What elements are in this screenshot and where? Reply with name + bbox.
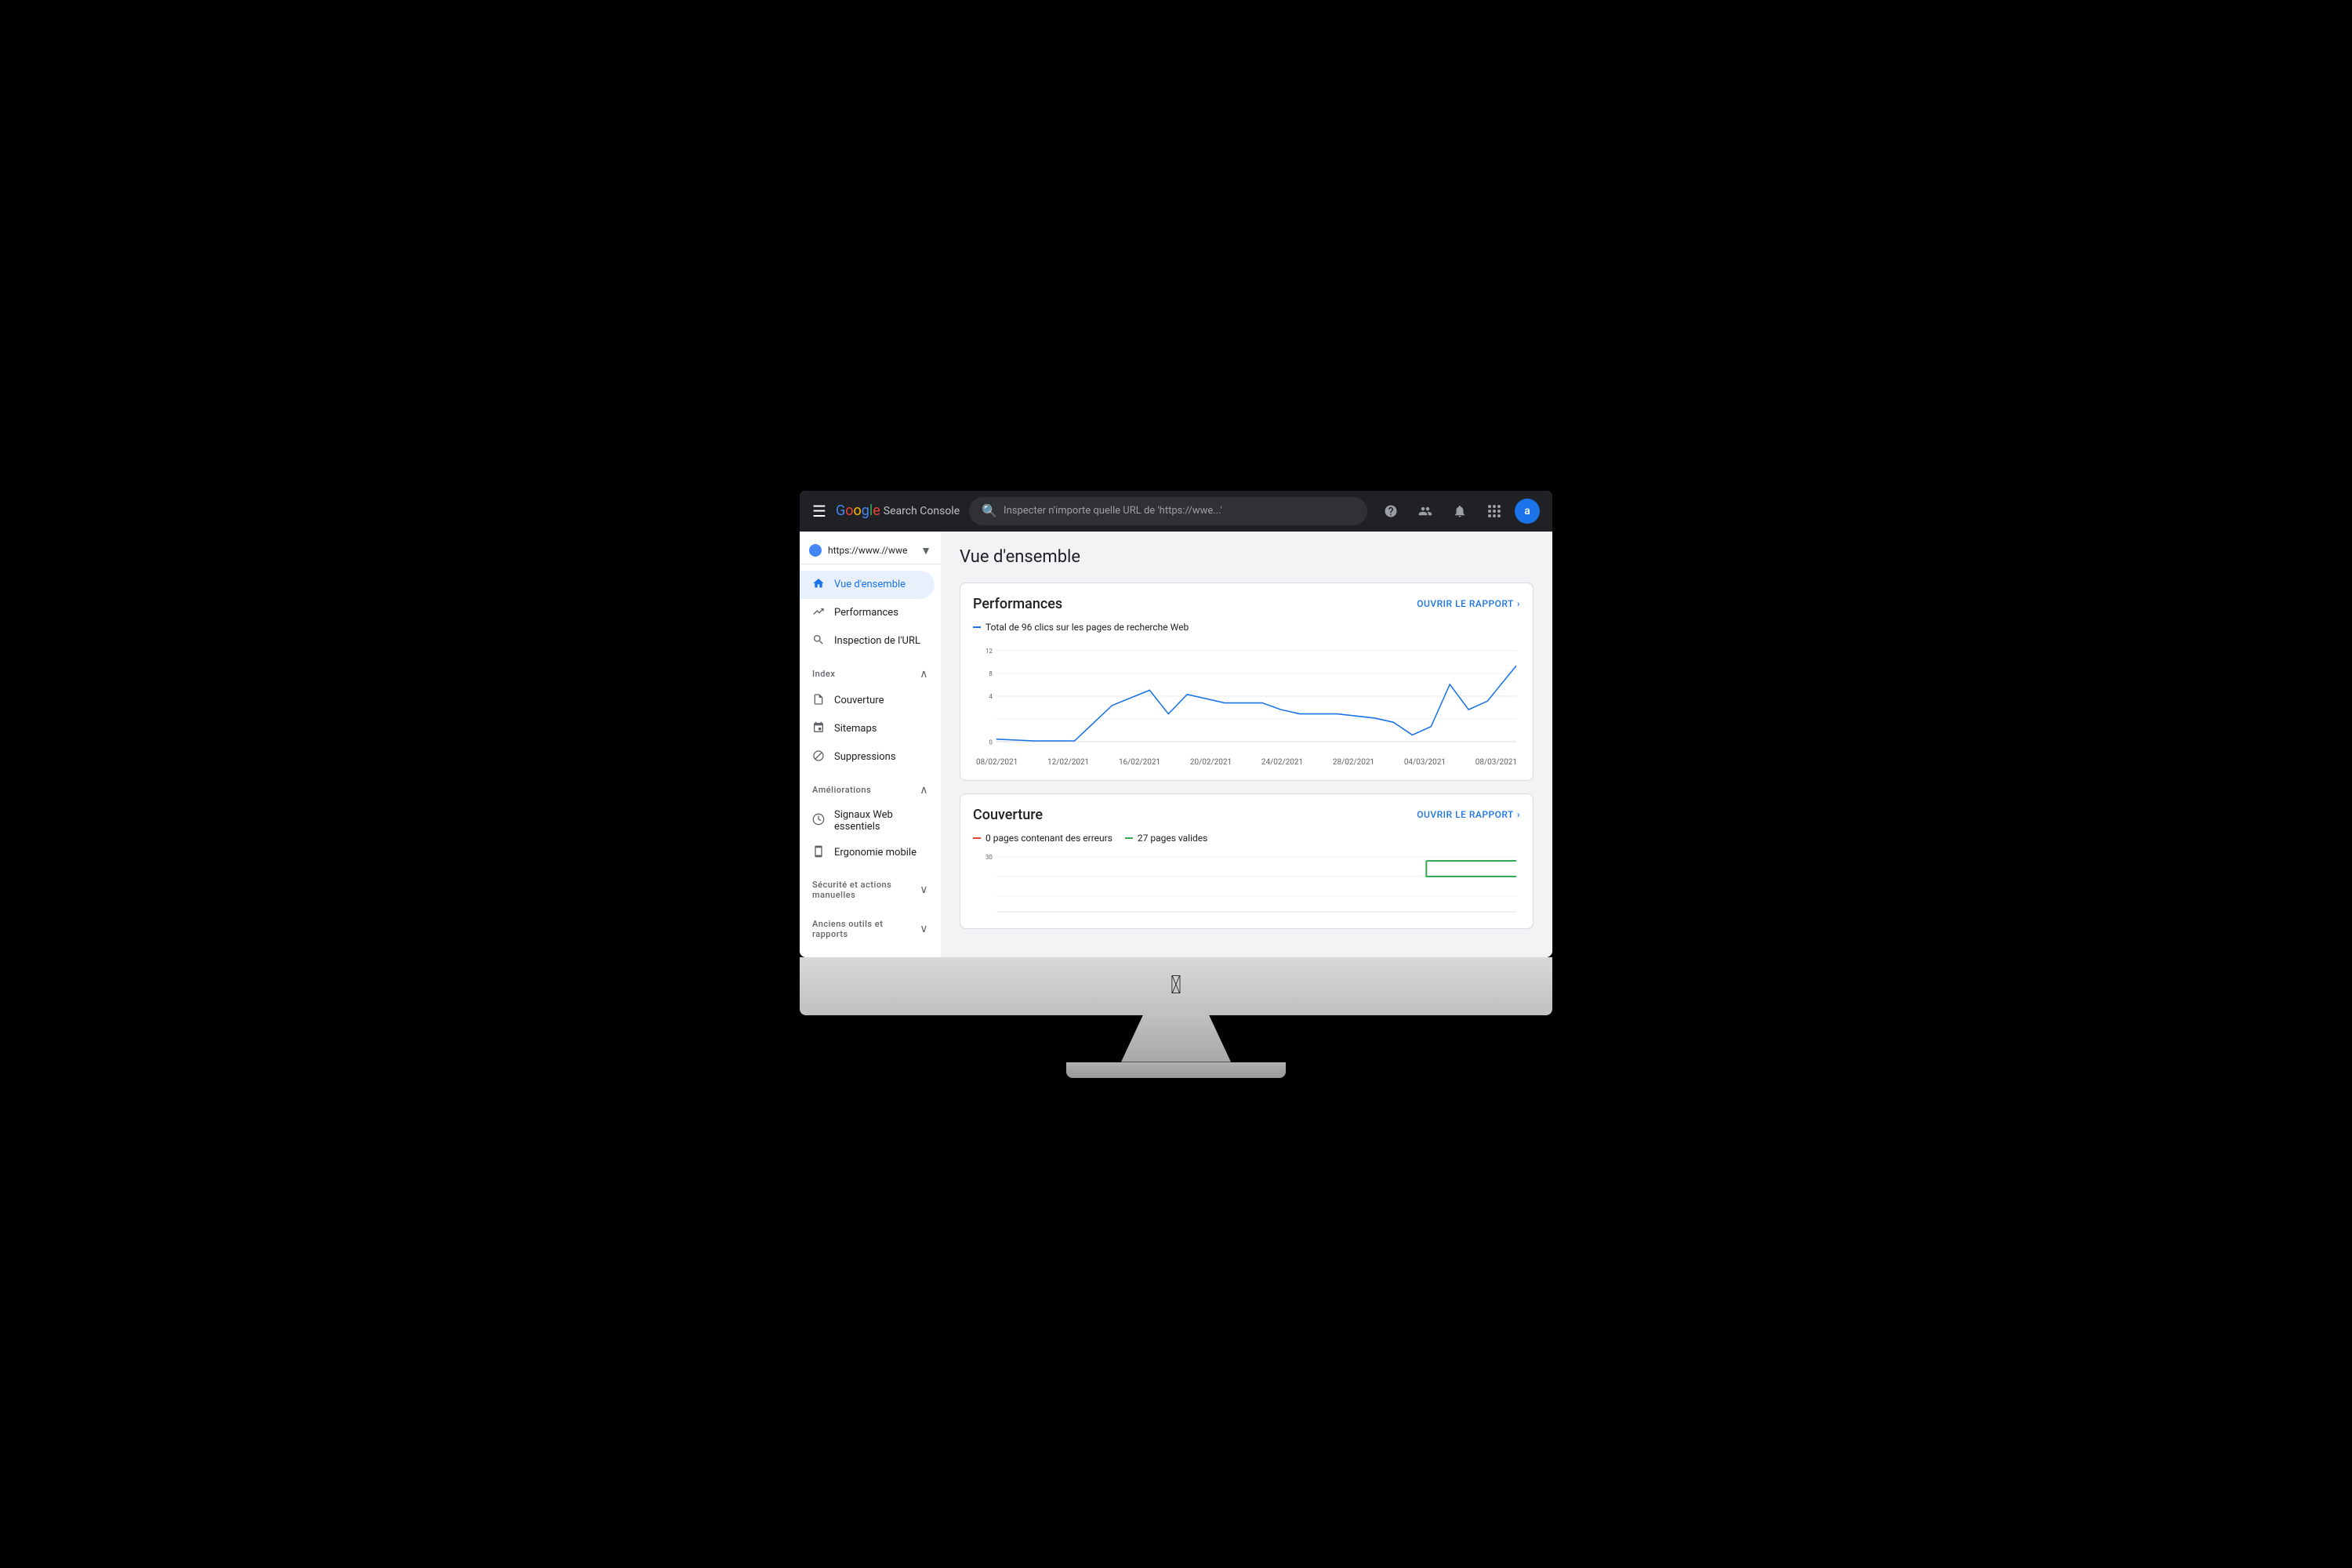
user-avatar[interactable]: a — [1515, 499, 1540, 524]
sidebar-item-couverture[interactable]: Couverture — [800, 687, 935, 715]
sidebar-item-signaux-web[interactable]: Signaux Web essentiels — [800, 803, 935, 839]
chart-svg: 12 8 4 0 — [973, 642, 1520, 752]
performances-report-link[interactable]: OUVRIR LE RAPPORT › — [1417, 598, 1520, 609]
x-label-4: 20/02/2021 — [1190, 758, 1232, 767]
sidebar-label-performances: Performances — [834, 607, 898, 619]
x-label-6: 28/02/2021 — [1333, 758, 1374, 767]
sidebar-label-suppressions: Suppressions — [834, 751, 896, 763]
section-header-index[interactable]: Index ∧ — [800, 662, 941, 687]
performances-card-header: Performances OUVRIR LE RAPPORT › — [973, 596, 1520, 612]
sidebar: https://www.//wwe ▼ Vue d'ensemble Perfo… — [800, 532, 941, 957]
couverture-legend: 0 pages contenant des erreurs 27 pages v… — [973, 833, 1520, 844]
section-label-ameliorations: Améliorations — [812, 785, 871, 795]
legend-clicks: Total de 96 clics sur les pages de reche… — [973, 622, 1189, 633]
x-label-8: 08/03/2021 — [1475, 758, 1517, 767]
page-area: Vue d'ensemble Performances OUVRIR LE RA… — [941, 532, 1552, 957]
anciens-collapse-icon: ∨ — [920, 923, 928, 935]
legend-valid-label: 27 pages valides — [1138, 833, 1207, 844]
site-selector[interactable]: https://www.//wwe ▼ — [800, 538, 941, 564]
web-vitals-icon — [812, 813, 825, 829]
legend-red-dot — [973, 837, 981, 839]
legend-clicks-label: Total de 96 clics sur les pages de reche… — [985, 622, 1189, 633]
x-label-7: 04/03/2021 — [1404, 758, 1446, 767]
couverture-card-header: Couverture OUVRIR LE RAPPORT › — [973, 807, 1520, 823]
apps-icon[interactable] — [1480, 497, 1508, 525]
page-title: Vue d'ensemble — [960, 547, 1534, 567]
chart-x-labels: 08/02/2021 12/02/2021 16/02/2021 20/02/2… — [973, 758, 1520, 767]
x-label-1: 08/02/2021 — [976, 758, 1018, 767]
sidebar-item-sitemaps[interactable]: Sitemaps — [800, 715, 935, 743]
top-navigation-bar: ☰ Google Search Console 🔍 Inspecter n'im… — [800, 491, 1552, 532]
sidebar-label-vue-ensemble: Vue d'ensemble — [834, 579, 906, 590]
section-header-ameliorations[interactable]: Améliorations ∧ — [800, 778, 941, 803]
performances-chart: 12 8 4 0 08/02/2021 12/02/2021 — [973, 642, 1520, 768]
section-label-securite: Sécurité et actions manuelles — [812, 880, 920, 900]
app-name: Search Console — [884, 505, 960, 517]
x-label-2: 12/02/2021 — [1047, 758, 1089, 767]
sidebar-item-performances[interactable]: Performances — [800, 599, 935, 627]
couverture-chart: 30 — [973, 853, 1520, 916]
sidebar-item-suppressions[interactable]: Suppressions — [800, 743, 935, 771]
trending-up-icon — [812, 605, 825, 621]
svg-text:12: 12 — [985, 647, 993, 655]
app-logo: Google Search Console — [836, 503, 960, 519]
site-url: https://www.//wwe — [828, 545, 914, 556]
hamburger-menu-icon[interactable]: ☰ — [812, 502, 826, 521]
main-content: https://www.//wwe ▼ Vue d'ensemble Perfo… — [800, 532, 1552, 957]
performances-card: Performances OUVRIR LE RAPPORT › Total d… — [960, 583, 1534, 781]
home-icon — [812, 577, 825, 593]
couverture-card: Couverture OUVRIR LE RAPPORT › 0 pages c… — [960, 793, 1534, 929]
couverture-card-title: Couverture — [973, 807, 1043, 823]
section-header-securite[interactable]: Sécurité et actions manuelles ∨ — [800, 873, 941, 906]
securite-collapse-icon: ∨ — [920, 884, 928, 896]
section-label-index: Index — [812, 669, 835, 679]
couverture-chart-svg: 30 — [973, 853, 1520, 916]
svg-text:0: 0 — [989, 739, 993, 746]
ameliorations-collapse-icon: ∧ — [920, 784, 928, 797]
legend-errors: 0 pages contenant des erreurs — [973, 833, 1112, 844]
notifications-icon[interactable] — [1446, 497, 1474, 525]
block-icon — [812, 750, 825, 765]
x-label-3: 16/02/2021 — [1119, 758, 1160, 767]
legend-valid: 27 pages valides — [1125, 833, 1207, 844]
svg-text:4: 4 — [989, 692, 993, 700]
sidebar-label-ergonomie-mobile: Ergonomie mobile — [834, 847, 916, 858]
dropdown-arrow-icon: ▼ — [920, 544, 931, 557]
legend-green-dot — [1125, 837, 1133, 839]
sidebar-label-couverture: Couverture — [834, 695, 884, 706]
url-search-bar[interactable]: 🔍 Inspecter n'importe quelle URL de 'htt… — [969, 497, 1367, 525]
section-header-anciens-outils[interactable]: Anciens outils et rapports ∨ — [800, 913, 941, 946]
file-icon — [812, 693, 825, 709]
sidebar-label-sitemaps: Sitemaps — [834, 723, 877, 735]
sidebar-item-vue-ensemble[interactable]: Vue d'ensemble — [800, 571, 935, 599]
search-icon — [812, 633, 825, 649]
help-icon[interactable] — [1377, 497, 1405, 525]
section-label-anciens-outils: Anciens outils et rapports — [812, 919, 920, 939]
sidebar-label-signaux-web: Signaux Web essentiels — [834, 809, 922, 833]
x-label-5: 24/02/2021 — [1261, 758, 1303, 767]
sidebar-item-ergonomie-mobile[interactable]: Ergonomie mobile — [800, 839, 935, 867]
monitor-back:  — [800, 957, 1552, 1015]
sidebar-label-inspection-url: Inspection de l'URL — [834, 635, 920, 647]
monitor-neck — [1121, 1015, 1231, 1062]
monitor-base — [1066, 1062, 1286, 1078]
top-bar-actions: a — [1377, 497, 1540, 525]
sitemap-icon — [812, 721, 825, 737]
search-input[interactable]: Inspecter n'importe quelle URL de 'https… — [1004, 505, 1355, 517]
svg-text:8: 8 — [989, 670, 993, 677]
search-icon: 🔍 — [982, 503, 997, 518]
svg-text:30: 30 — [985, 853, 993, 860]
performances-card-title: Performances — [973, 596, 1062, 612]
mobile-icon — [812, 845, 825, 861]
legend-blue-dot — [973, 626, 981, 628]
section-collapse-icon: ∧ — [920, 668, 928, 681]
couverture-report-link[interactable]: OUVRIR LE RAPPORT › — [1417, 809, 1520, 820]
account-icon[interactable] — [1411, 497, 1439, 525]
performances-legend: Total de 96 clics sur les pages de reche… — [973, 622, 1520, 633]
site-favicon — [809, 544, 822, 557]
legend-errors-label: 0 pages contenant des erreurs — [985, 833, 1112, 844]
sidebar-item-inspection-url[interactable]: Inspection de l'URL — [800, 627, 935, 655]
apple-logo:  — [1171, 970, 1181, 1000]
